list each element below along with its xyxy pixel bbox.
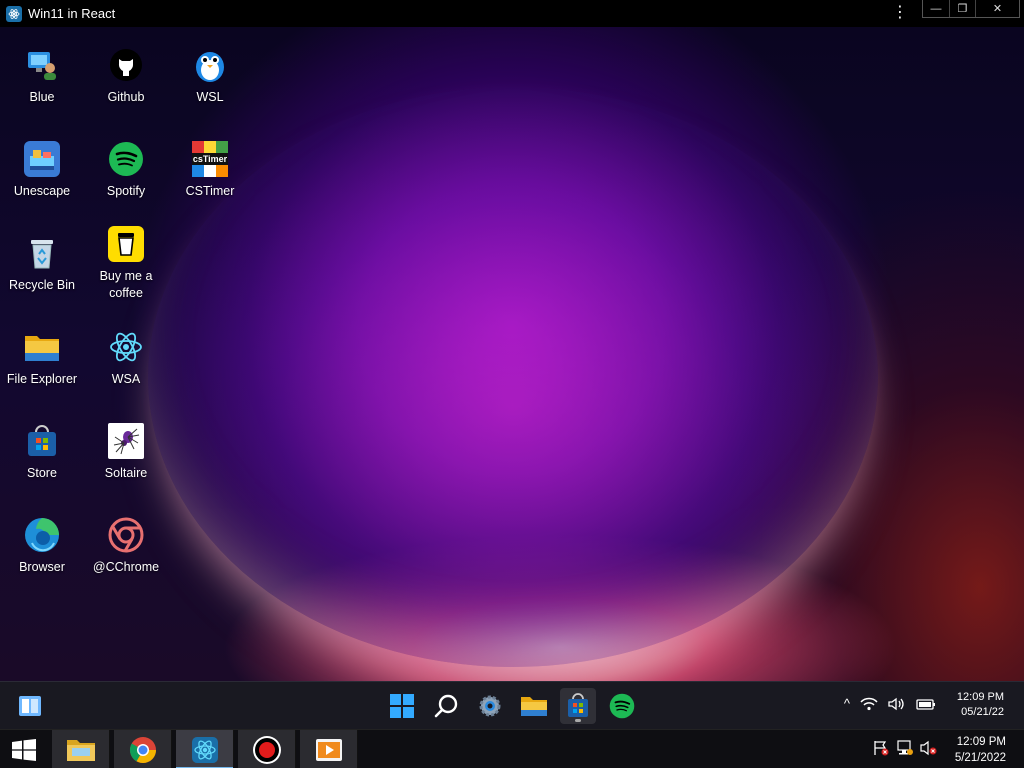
desktop-icon-label: Store (27, 466, 57, 480)
win11-system-tray: ^ (844, 696, 936, 711)
media-player-icon (315, 738, 342, 761)
win11-time: 12:09 PM (956, 691, 1004, 703)
restore-button[interactable]: ❐ (949, 0, 975, 17)
search-icon (434, 694, 458, 718)
host-taskbar-chrome[interactable] (114, 730, 172, 768)
file-explorer-icon (521, 697, 547, 716)
store-taskbar-button[interactable] (560, 688, 596, 724)
desktop-icon-file-explorer[interactable]: File Explorer (0, 329, 84, 423)
host-taskbar: 12:09 PM 5/21/2022 (0, 729, 1024, 768)
more-options-icon[interactable]: ⋮ (892, 3, 908, 23)
store-icon (24, 423, 60, 459)
desktop-icon-buy-me-a-coffee[interactable]: Buy me a coffee (84, 226, 168, 320)
folder-icon (24, 329, 60, 365)
desktop-icon-spotify[interactable]: Spotify (84, 141, 168, 235)
windows-logo-icon (12, 738, 36, 761)
desktop-icon-label: WSA (111, 372, 141, 386)
file-explorer-icon (66, 739, 95, 761)
desktop-icon-cchrome[interactable]: @CChrome (84, 517, 168, 611)
desktop-icon-label: Spotify (106, 184, 146, 198)
window-controls: — ❐ ✕ (922, 0, 1020, 18)
settings-icon (479, 695, 501, 717)
widgets-button[interactable] (12, 688, 48, 724)
host-date: 5/21/2022 (954, 752, 1006, 764)
volume-muted-icon[interactable] (920, 740, 938, 756)
desktop: Blue Unescape Recycle Bin File Explorer … (0, 27, 1024, 681)
host-titlebar: Win11 in React ⋮ — ❐ ✕ (0, 0, 1024, 27)
desktop-icon-label: WSL (196, 90, 224, 104)
spotify-taskbar-button[interactable] (604, 688, 640, 724)
host-taskbar-react-app[interactable] (176, 730, 234, 768)
running-indicator (575, 719, 581, 722)
spotify-icon (108, 141, 144, 177)
recycle-bin-icon (24, 235, 60, 271)
react-atom-icon (108, 329, 144, 365)
spotify-icon (609, 693, 635, 719)
host-taskbar-recorder[interactable] (238, 730, 296, 768)
spider-icon (108, 423, 144, 459)
cstimer-logo-text: csTimer (192, 153, 228, 165)
react-app-icon (6, 5, 22, 22)
unescape-icon (24, 141, 60, 177)
desktop-icon-label: Soltaire (104, 466, 148, 480)
battery-icon[interactable] (916, 697, 936, 711)
settings-button[interactable] (472, 688, 508, 724)
desktop-icon-label: Github (107, 90, 145, 104)
host-taskbar-media-player[interactable] (300, 730, 358, 768)
chrome-icon (129, 736, 156, 763)
show-hidden-icons-chevron-icon[interactable]: ^ (844, 696, 850, 711)
react-app-icon (191, 736, 218, 763)
desktop-icon-cstimer[interactable]: csTimer CSTimer (168, 141, 252, 235)
wallpaper-orb (148, 87, 878, 667)
host-start-button[interactable] (0, 730, 48, 768)
host-time: 12:09 PM (956, 736, 1006, 748)
desktop-icon-store[interactable]: Store (0, 423, 84, 517)
desktop-icon-label: Buy me a coffee (99, 269, 153, 300)
desktop-icon-github[interactable]: Github (84, 47, 168, 141)
windows-start-icon (390, 694, 414, 718)
cstimer-icon: csTimer (192, 141, 228, 177)
host-taskbar-file-explorer[interactable] (52, 730, 110, 768)
widgets-icon (19, 696, 41, 716)
minimize-button[interactable]: — (923, 0, 949, 17)
desktop-icon-label: Recycle Bin (9, 278, 75, 292)
desktop-icon-label: CSTimer (185, 184, 235, 198)
win11-date: 05/21/22 (961, 706, 1004, 718)
store-icon (568, 693, 588, 717)
host-system-tray (872, 740, 938, 756)
search-button[interactable] (428, 688, 464, 724)
win11-taskbar: ^ 12:09 PM 05/21/22 (0, 681, 1024, 729)
desktop-icon-blue[interactable]: Blue (0, 47, 84, 141)
desktop-icon-wsa[interactable]: WSA (84, 329, 168, 423)
volume-icon[interactable] (888, 697, 906, 711)
desktop-icon-recycle-bin[interactable]: Recycle Bin (0, 235, 84, 329)
action-center-flag-icon[interactable] (872, 740, 890, 756)
edge-icon (24, 517, 60, 553)
record-icon (252, 735, 281, 764)
coffee-cup-icon (108, 226, 144, 262)
desktop-icon-label: @CChrome (92, 560, 160, 574)
desktop-icon-browser[interactable]: Browser (0, 517, 84, 611)
desktop-icon-soltaire[interactable]: Soltaire (84, 423, 168, 517)
file-explorer-taskbar-button[interactable] (516, 688, 552, 724)
desktop-icon-label: Browser (19, 560, 65, 574)
network-icon[interactable] (896, 740, 914, 756)
cchrome-icon (108, 517, 144, 553)
user-pc-icon (24, 47, 60, 83)
close-button[interactable]: ✕ (975, 0, 1019, 17)
desktop-icon-label: File Explorer (6, 372, 78, 386)
github-icon (108, 47, 144, 83)
desktop-icon-wsl[interactable]: WSL (168, 47, 252, 141)
start-button[interactable] (384, 688, 420, 724)
desktop-icon-unescape[interactable]: Unescape (0, 141, 84, 235)
wifi-icon[interactable] (860, 697, 878, 711)
host-clock[interactable]: 12:09 PM 5/21/2022 (955, 734, 1006, 766)
win11-clock[interactable]: 12:09 PM 05/21/22 (957, 690, 1004, 720)
penguin-icon (192, 47, 228, 83)
desktop-icon-label: Blue (29, 90, 55, 104)
desktop-icon-label: Unescape (13, 184, 71, 198)
window-title: Win11 in React (28, 6, 116, 21)
